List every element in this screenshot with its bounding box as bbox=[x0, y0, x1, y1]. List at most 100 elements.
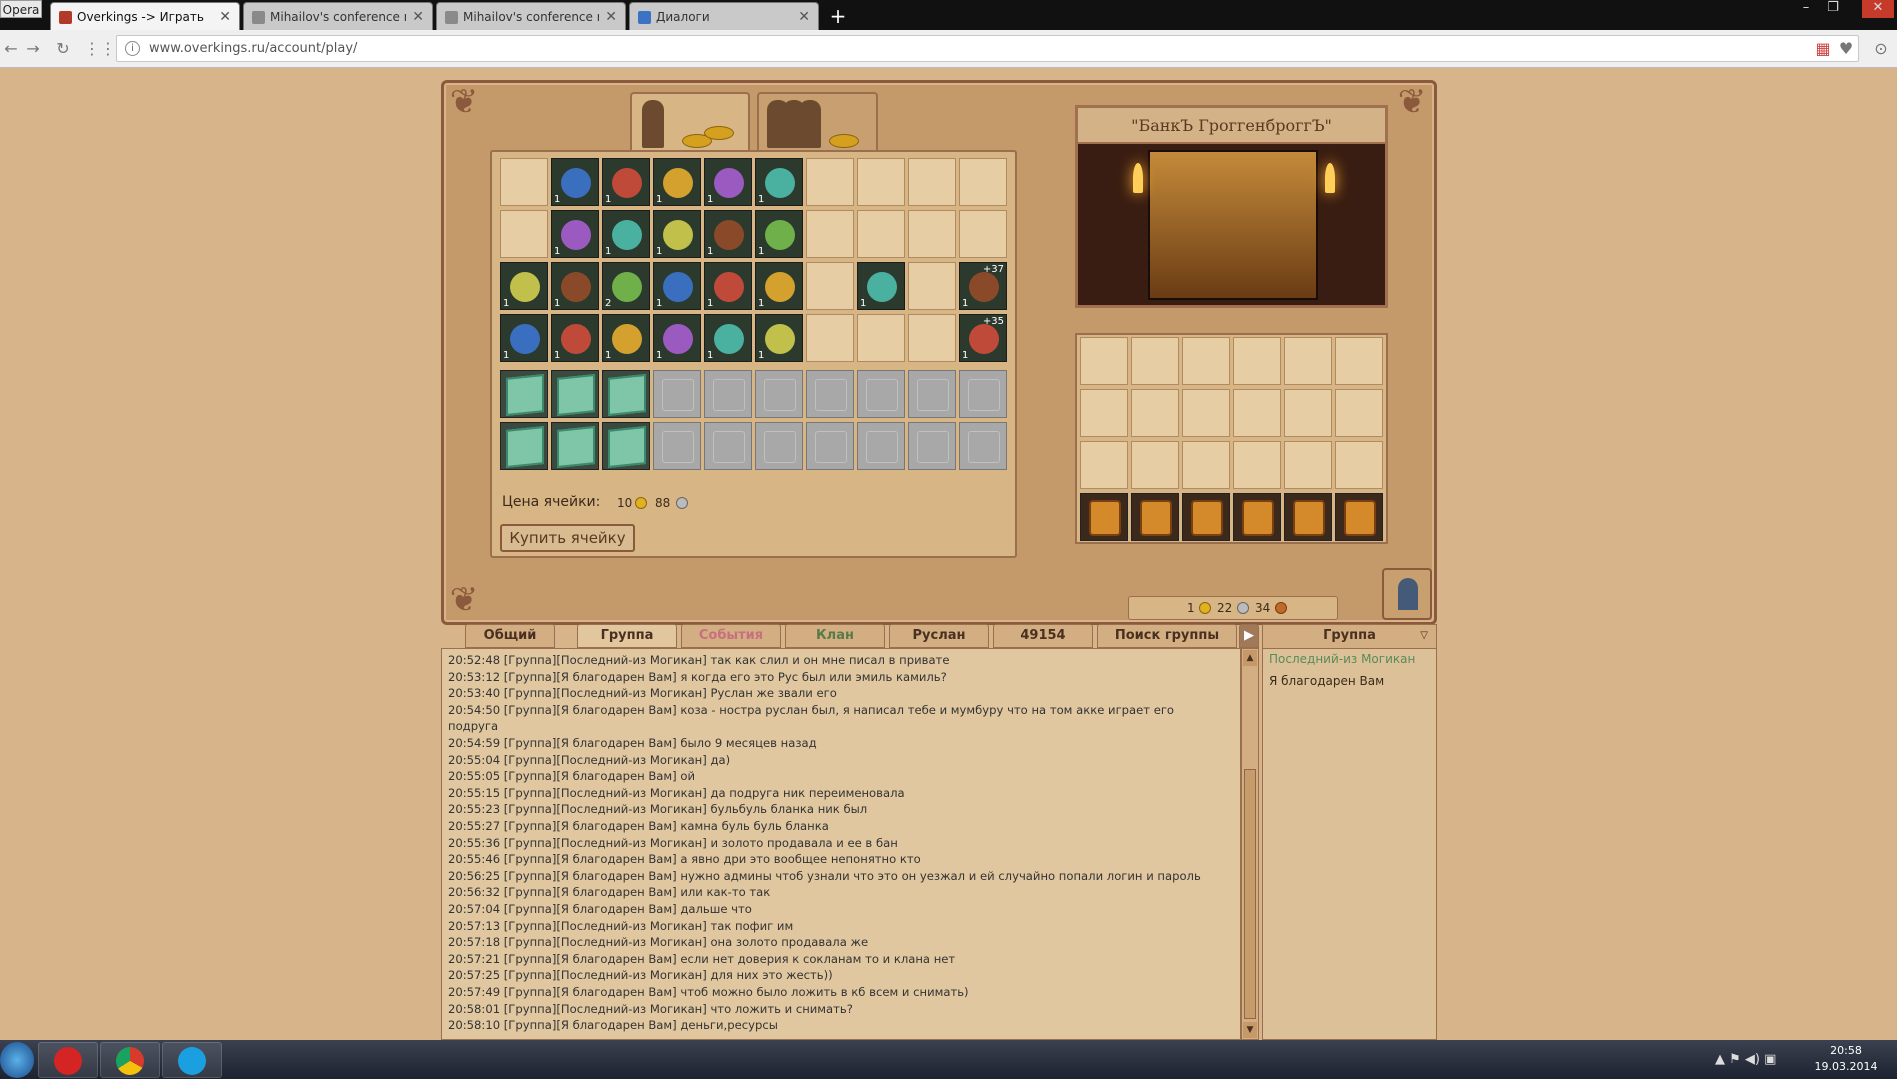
extensions-icon[interactable]: ▦ bbox=[1812, 38, 1834, 60]
inventory-item[interactable]: 1 bbox=[602, 210, 650, 258]
inventory-item[interactable]: 1 bbox=[602, 158, 650, 206]
inventory-slot[interactable] bbox=[806, 262, 854, 310]
tab-conference-1[interactable]: Mihailov's conference ro ✕ bbox=[243, 2, 433, 30]
tab-personal-bank[interactable] bbox=[630, 92, 750, 154]
locked-slot[interactable] bbox=[704, 370, 752, 418]
taskbar-chrome[interactable] bbox=[100, 1042, 160, 1078]
chevron-down-icon[interactable]: ▽ bbox=[1420, 625, 1428, 647]
chat-scrollbar[interactable]: ▲ ▼ bbox=[1241, 648, 1259, 1040]
system-clock[interactable]: 20:58 19.03.2014 bbox=[1800, 1043, 1892, 1077]
locked-slot[interactable] bbox=[806, 370, 854, 418]
storage-slot[interactable] bbox=[1284, 337, 1332, 385]
exit-door-button[interactable] bbox=[1382, 568, 1432, 620]
inventory-slot[interactable] bbox=[806, 158, 854, 206]
scroll-thumb[interactable] bbox=[1244, 769, 1256, 1019]
download-icon[interactable]: ⊙ bbox=[1870, 38, 1892, 60]
inventory-slot[interactable] bbox=[500, 158, 548, 206]
bag-slot[interactable] bbox=[551, 370, 599, 418]
group-member[interactable]: Я благодарен Вам bbox=[1269, 673, 1384, 689]
inventory-item[interactable]: 1 bbox=[704, 210, 752, 258]
inventory-item[interactable]: 1 bbox=[551, 314, 599, 362]
tab-clan-bank[interactable] bbox=[757, 92, 878, 154]
inventory-item[interactable]: 1 bbox=[704, 314, 752, 362]
storage-slot[interactable] bbox=[1335, 441, 1383, 489]
inventory-item[interactable]: 1 +37 bbox=[959, 262, 1007, 310]
locked-slot[interactable] bbox=[704, 422, 752, 470]
locked-slot[interactable] bbox=[653, 370, 701, 418]
group-panel-title[interactable]: Группа ▽ bbox=[1263, 625, 1436, 649]
back-arrow-icon[interactable]: ← bbox=[0, 38, 22, 60]
inventory-slot[interactable] bbox=[857, 158, 905, 206]
inventory-slot[interactable] bbox=[959, 210, 1007, 258]
storage-bag-slot[interactable] bbox=[1335, 493, 1383, 541]
bag-slot[interactable] bbox=[551, 422, 599, 470]
reload-icon[interactable]: ↻ bbox=[52, 38, 74, 60]
storage-slot[interactable] bbox=[1080, 389, 1128, 437]
storage-slot[interactable] bbox=[1284, 389, 1332, 437]
inventory-slot[interactable] bbox=[908, 210, 956, 258]
storage-slot[interactable] bbox=[1233, 441, 1281, 489]
minimize-icon[interactable]: – bbox=[1795, 0, 1817, 18]
inventory-item[interactable]: 1 bbox=[755, 314, 803, 362]
inventory-slot[interactable] bbox=[857, 314, 905, 362]
close-tab-icon[interactable]: ✕ bbox=[605, 3, 617, 30]
group-member[interactable]: Последний-из Могикан bbox=[1269, 651, 1415, 667]
locked-slot[interactable] bbox=[857, 422, 905, 470]
tab-overkings[interactable]: Overkings -> Играть ✕ bbox=[50, 2, 240, 30]
bag-slot[interactable] bbox=[500, 422, 548, 470]
inventory-item[interactable]: 1 bbox=[755, 262, 803, 310]
locked-slot[interactable] bbox=[857, 370, 905, 418]
tabs-next-arrow-icon[interactable]: ▶ bbox=[1239, 624, 1259, 648]
new-tab-button[interactable]: + bbox=[826, 3, 850, 29]
inventory-slot[interactable] bbox=[959, 158, 1007, 206]
storage-slot[interactable] bbox=[1284, 441, 1332, 489]
inventory-item[interactable]: 1 bbox=[500, 262, 548, 310]
tray-icons[interactable]: ▲ ⚑ ◀) ▣ bbox=[1715, 1052, 1776, 1067]
bag-slot[interactable] bbox=[602, 422, 650, 470]
storage-bag-slot[interactable] bbox=[1131, 493, 1179, 541]
storage-bag-slot[interactable] bbox=[1284, 493, 1332, 541]
storage-slot[interactable] bbox=[1233, 337, 1281, 385]
inventory-item[interactable]: 1 bbox=[551, 210, 599, 258]
storage-slot[interactable] bbox=[1233, 389, 1281, 437]
inventory-item[interactable]: 1 bbox=[755, 158, 803, 206]
inventory-item[interactable]: 2 bbox=[602, 262, 650, 310]
inventory-slot[interactable] bbox=[806, 210, 854, 258]
close-tab-icon[interactable]: ✕ bbox=[412, 3, 424, 30]
tab-ruslan[interactable]: Руслан bbox=[889, 624, 989, 648]
locked-slot[interactable] bbox=[908, 370, 956, 418]
storage-slot[interactable] bbox=[1182, 337, 1230, 385]
taskbar-skype[interactable] bbox=[162, 1042, 222, 1078]
inventory-item[interactable]: 1 bbox=[602, 314, 650, 362]
inventory-item[interactable]: 1 bbox=[704, 158, 752, 206]
site-info-icon[interactable]: i bbox=[125, 41, 140, 56]
tab-group[interactable]: Группа bbox=[577, 624, 677, 648]
bag-slot[interactable] bbox=[602, 370, 650, 418]
inventory-slot[interactable] bbox=[857, 210, 905, 258]
start-button-icon[interactable] bbox=[0, 1042, 34, 1078]
bag-slot[interactable] bbox=[500, 370, 548, 418]
close-tab-icon[interactable]: ✕ bbox=[798, 3, 810, 30]
storage-slot[interactable] bbox=[1335, 389, 1383, 437]
inventory-slot[interactable] bbox=[908, 262, 956, 310]
inventory-slot[interactable] bbox=[806, 314, 854, 362]
tab-clan[interactable]: Клан bbox=[785, 624, 885, 648]
buy-cell-button[interactable]: Купить ячейку bbox=[500, 524, 635, 552]
storage-bag-slot[interactable] bbox=[1182, 493, 1230, 541]
storage-slot[interactable] bbox=[1131, 337, 1179, 385]
tab-49154[interactable]: 49154 bbox=[993, 624, 1093, 648]
storage-slot[interactable] bbox=[1335, 337, 1383, 385]
inventory-item[interactable]: 1 bbox=[857, 262, 905, 310]
locked-slot[interactable] bbox=[806, 422, 854, 470]
taskbar-opera[interactable] bbox=[38, 1042, 98, 1078]
locked-slot[interactable] bbox=[755, 370, 803, 418]
inventory-item[interactable]: 1 bbox=[551, 262, 599, 310]
inventory-slot[interactable] bbox=[500, 210, 548, 258]
storage-bag-slot[interactable] bbox=[1233, 493, 1281, 541]
storage-bag-slot[interactable] bbox=[1080, 493, 1128, 541]
restore-icon[interactable]: ❐ bbox=[1822, 0, 1844, 18]
inventory-slot[interactable] bbox=[908, 314, 956, 362]
inventory-slot[interactable] bbox=[908, 158, 956, 206]
forward-arrow-icon[interactable]: → bbox=[22, 38, 44, 60]
tab-dialogs[interactable]: Диалоги ✕ bbox=[629, 2, 819, 30]
